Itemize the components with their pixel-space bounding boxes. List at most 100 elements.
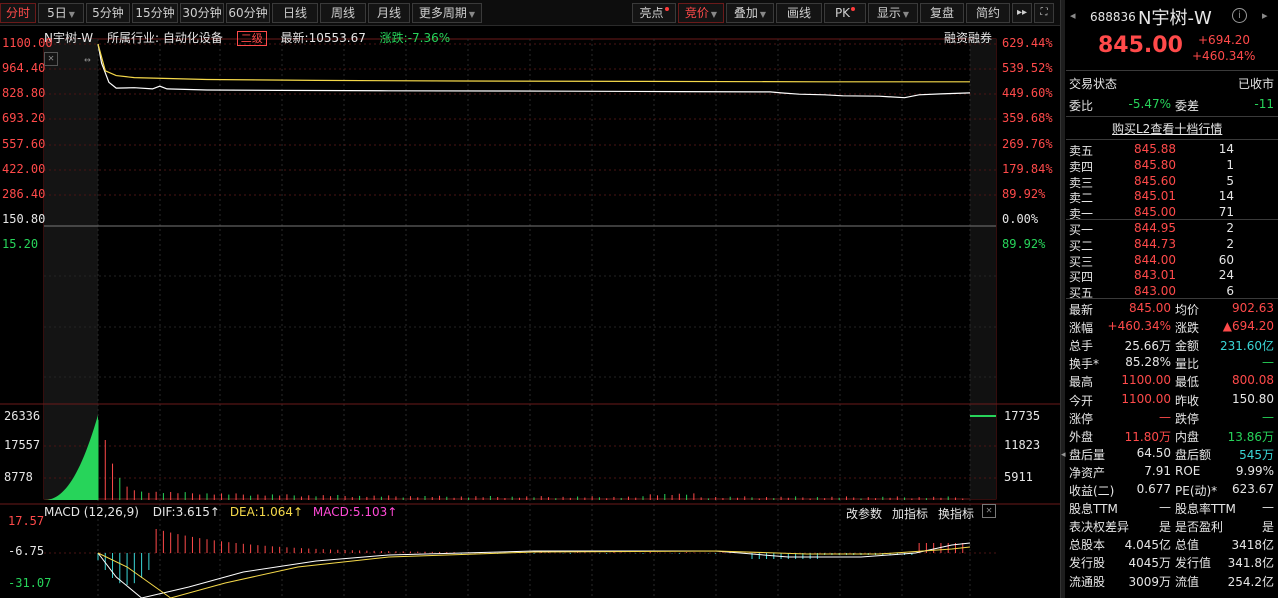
stat-l1: 发行股 <box>1069 556 1106 571</box>
stat-l1: 流通股 <box>1069 574 1106 589</box>
ask-level-row[interactable]: 卖二 845.01 14 <box>1066 189 1278 206</box>
period-weekly-button[interactable]: 周线 <box>320 3 366 23</box>
level-price: 844.00 <box>1134 252 1176 267</box>
level-label: 卖三 <box>1069 175 1094 190</box>
stat-l2: 总值 <box>1175 538 1200 553</box>
macd-dea: DEA:1.064↑ <box>229 505 304 519</box>
bid-level-row[interactable]: 买四 843.01 24 <box>1066 268 1278 285</box>
fullscreen-icon[interactable]: ⛶ <box>1034 3 1054 23</box>
period-60min-button[interactable]: 60分钟 <box>226 3 270 23</box>
stat-v1: 是 <box>1158 520 1171 535</box>
stat-v1: — <box>1159 500 1171 515</box>
ask-level-row[interactable]: 卖四 845.80 1 <box>1066 158 1278 175</box>
fast-forward-icon[interactable]: ▸▸ <box>1012 3 1032 23</box>
period-more-button[interactable]: 更多周期 ▼ <box>412 3 482 23</box>
stock-name: N宇树-W <box>1138 8 1212 29</box>
period-15min-button[interactable]: 15分钟 <box>132 3 178 23</box>
average-price-line <box>97 43 970 83</box>
expand-arrows-icon[interactable]: ↔ <box>84 53 91 66</box>
bid-level-row[interactable]: 买二 844.73 2 <box>1066 237 1278 254</box>
period-fenshi-button[interactable]: 分时 <box>0 3 36 23</box>
info-icon[interactable]: i <box>1232 8 1247 23</box>
nav-prev-icon[interactable]: ◂ <box>1070 9 1076 22</box>
level-price: 845.00 <box>1134 205 1176 220</box>
period-daily-button[interactable]: 日线 <box>272 3 318 23</box>
stat-v2: — <box>1262 409 1274 424</box>
collapse-arrow-icon[interactable]: ◂ <box>1061 450 1066 460</box>
tool-bidding-button[interactable]: 竞价 ▼ <box>678 3 724 23</box>
stat-l2: 均价 <box>1175 303 1200 317</box>
stat-row: 换手* 85.28% 量比 — <box>1066 355 1278 372</box>
stat-l1: 换手* <box>1069 357 1100 372</box>
chart-close-icon[interactable]: ✕ <box>44 52 58 66</box>
stat-v2: 800.08 <box>1232 373 1274 388</box>
level-label: 卖四 <box>1069 159 1094 174</box>
price-axis-right-label: 539.52% <box>1002 61 1053 75</box>
tool-draw-button[interactable]: 画线 <box>776 3 822 23</box>
macd-title[interactable]: MACD (12,26,9) <box>44 505 139 519</box>
macd-axis-label: -6.75 <box>8 544 45 558</box>
stat-v2: 9.99% <box>1235 463 1274 478</box>
price-axis-left-label: 1100.00 <box>2 36 53 50</box>
period-5min-button[interactable]: 5分钟 <box>86 3 130 23</box>
chart-info-bar: N宇树-W 所属行业: 自动化设备 二级 最新:10553.67 涨跌:-7.3… <box>44 29 460 46</box>
buy-l2-link[interactable]: 购买L2查看十档行情 <box>1112 120 1222 137</box>
bid-level-row[interactable]: 买三 844.00 60 <box>1066 253 1278 270</box>
stat-v2: 341.8亿 <box>1227 556 1274 571</box>
level-quantity: 60 <box>1218 252 1234 267</box>
level-price: 844.73 <box>1134 236 1176 251</box>
bid-level-row[interactable]: 买一 844.95 2 <box>1066 221 1278 238</box>
macd-dif: DIF:3.615↑ <box>152 505 220 519</box>
tool-highlight-button[interactable]: 亮点 <box>632 3 676 23</box>
stat-l2: 涨跌 <box>1175 321 1200 336</box>
stat-l1: 最新 <box>1069 303 1094 317</box>
price-axis-right-label: 269.76% <box>1002 137 1053 151</box>
stat-l1: 最高 <box>1069 375 1094 390</box>
nav-next-icon[interactable]: ▸ <box>1262 9 1268 22</box>
stat-row: 流通股 3009万 流值 254.2亿 <box>1066 573 1278 590</box>
period-toolbar: 分时 5日 ▼ 5分钟 15分钟 30分钟 60分钟 日线 周线 月线 更多周期 ▼ 亮点 竞价 ▼ 叠加 ▼ 画… <box>0 0 1060 26</box>
tool-simple-button[interactable]: 简约 <box>966 3 1010 23</box>
trade-status-row: 交易状态 已收市 <box>1066 75 1278 92</box>
level-quantity: 2 <box>1226 236 1234 251</box>
period-30min-button[interactable]: 30分钟 <box>180 3 224 23</box>
period-5day-button[interactable]: 5日 ▼ <box>38 3 84 23</box>
stat-v2: 150.80 <box>1232 391 1274 406</box>
stat-row: 总手 25.66万 金额 231.60亿 <box>1066 337 1278 354</box>
stat-v2: 623.67 <box>1232 482 1274 496</box>
macd-switch-indicator-link[interactable]: 换指标 <box>938 505 974 522</box>
margin-trading-label[interactable]: 融资融券 <box>944 29 992 46</box>
tool-simple-label: 简约 <box>975 6 1000 20</box>
macd-close-icon[interactable]: ✕ <box>982 504 996 518</box>
level-price: 845.80 <box>1134 157 1176 172</box>
period-daily-label: 日线 <box>282 6 307 20</box>
stat-row: 发行股 4045万 发行值 341.8亿 <box>1066 554 1278 571</box>
ask-level-row[interactable]: 卖五 845.88 14 <box>1066 142 1278 159</box>
notification-dot-icon <box>851 7 856 11</box>
industry-level-badge[interactable]: 二级 <box>236 31 267 46</box>
period-monthly-button[interactable]: 月线 <box>368 3 410 23</box>
period-60min-label: 60分钟 <box>228 6 268 20</box>
stat-row: 最新 845.00 均价 902.63 <box>1066 301 1278 318</box>
period-fenshi-label: 分时 <box>5 6 30 20</box>
stat-row: 涨幅 +460.34% 涨跌 ▲694.20 <box>1066 319 1278 336</box>
stat-v2: 是 <box>1261 520 1274 535</box>
stat-v1: 3009万 <box>1128 574 1171 589</box>
weicha-value: -11 <box>1254 97 1274 111</box>
tool-pk-button[interactable]: PK <box>824 3 866 23</box>
price-axis-right-label: 89.92% <box>1002 187 1046 201</box>
level-quantity: 14 <box>1218 189 1234 204</box>
tool-review-button[interactable]: 复盘 <box>920 3 964 23</box>
stat-l1: 表决权差异 <box>1069 520 1130 535</box>
tool-display-button[interactable]: 显示 ▼ <box>868 3 918 23</box>
price-axis-left-label: 422.00 <box>2 162 46 176</box>
macd-add-indicator-link[interactable]: 加指标 <box>892 505 928 522</box>
tool-overlay-button[interactable]: 叠加 ▼ <box>726 3 774 23</box>
macd-axis-label: -31.07 <box>8 576 52 590</box>
macd-change-params-link[interactable]: 改参数 <box>846 505 882 522</box>
index-change-label: 涨跌:-7.36% <box>379 31 451 45</box>
panel-splitter[interactable]: ◂ <box>1060 0 1066 598</box>
ask-level-row[interactable]: 卖三 845.60 5 <box>1066 174 1278 191</box>
stat-v1: 1100.00 <box>1121 373 1171 388</box>
chart-border <box>43 38 997 500</box>
